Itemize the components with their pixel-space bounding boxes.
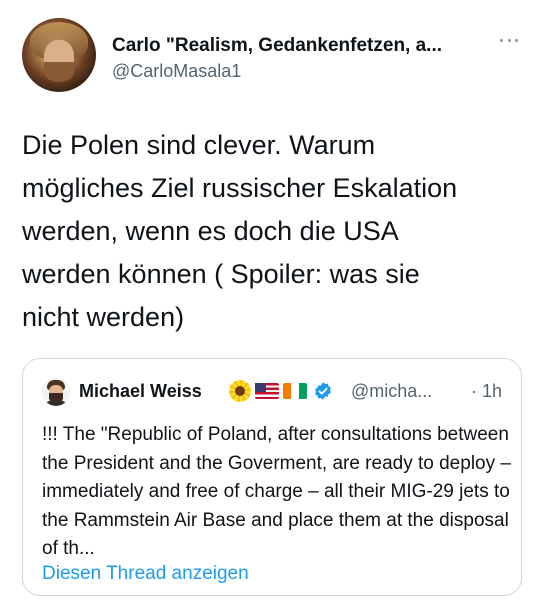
- quoted-timestamp[interactable]: 1h: [482, 380, 502, 402]
- ivory-coast-flag-icon: [283, 383, 307, 399]
- quoted-tweet-text: !!! The "Republic of Poland, after consu…: [42, 424, 511, 559]
- separator-dot: ·: [471, 381, 477, 401]
- quoted-author-handle[interactable]: @micha...: [351, 380, 432, 402]
- quoted-tweet[interactable]: Michael Weiss @micha... · 1h !!! The "Re…: [22, 358, 522, 596]
- quoted-author-emojis: [229, 379, 340, 403]
- more-options-icon[interactable]: [497, 30, 521, 50]
- author-avatar[interactable]: [22, 18, 96, 92]
- author-display-name[interactable]: Carlo "Realism, Gedankenfetzen, a...: [112, 34, 490, 58]
- quoted-author-name[interactable]: Michael Weiss: [79, 380, 202, 402]
- us-flag-icon: [255, 383, 279, 399]
- verified-badge-icon: [315, 382, 331, 400]
- tweet-text: Die Polen sind clever. Warum mögliches Z…: [22, 130, 458, 332]
- tweet: Carlo "Realism, Gedankenfetzen, a... @Ca…: [0, 0, 545, 600]
- show-thread-link[interactable]: Diesen Thread anzeigen: [42, 562, 249, 586]
- quoted-author-avatar[interactable]: [42, 378, 70, 406]
- sunflower-icon: [229, 380, 251, 402]
- author-handle[interactable]: @CarloMasala1: [112, 60, 241, 82]
